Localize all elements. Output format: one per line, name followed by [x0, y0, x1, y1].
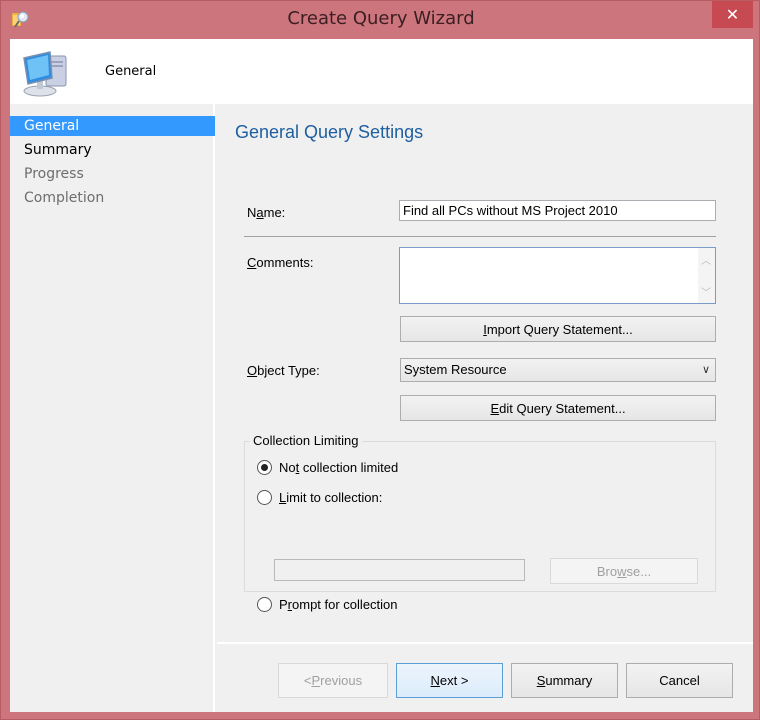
summary-button[interactable]: Summary — [511, 663, 618, 698]
comments-textarea[interactable]: ︿ ﹀ — [399, 247, 716, 304]
name-input[interactable]: Find all PCs without MS Project 2010 — [399, 200, 716, 221]
sidebar-item-progress: Progress — [10, 164, 215, 184]
sidebar-item-label: Progress — [24, 166, 84, 182]
sidebar-item-general[interactable]: General — [10, 116, 215, 136]
sidebar-item-summary[interactable]: Summary — [10, 140, 215, 160]
scroll-up-icon[interactable]: ︿ — [701, 252, 711, 267]
sidebar-item-completion: Completion — [10, 188, 215, 208]
computer-icon — [20, 48, 70, 98]
object-type-label: Object Type: — [247, 363, 320, 378]
chevron-down-icon: ∨ — [701, 364, 710, 376]
wizard-header: General — [10, 39, 753, 104]
close-button[interactable]: ✕ — [712, 1, 753, 28]
title-bar[interactable]: Create Query Wizard ✕ — [1, 1, 760, 39]
scroll-down-icon[interactable]: ﹀ — [701, 284, 711, 299]
separator — [244, 236, 716, 237]
close-icon: ✕ — [725, 6, 740, 24]
radio-button-checked[interactable] — [257, 460, 272, 475]
comments-label: Comments: — [247, 255, 314, 270]
radio-prompt-for-collection[interactable]: Prompt for collection — [257, 597, 398, 612]
name-label: Name: — [247, 205, 286, 220]
sidebar-item-label: Completion — [24, 190, 105, 206]
object-type-select[interactable]: System Resource ∨ — [400, 358, 716, 382]
radio-button[interactable] — [257, 597, 272, 612]
cancel-button[interactable]: Cancel — [626, 663, 733, 698]
next-button[interactable]: Next > — [396, 663, 503, 698]
radio-label: Not collection limited — [279, 460, 399, 475]
sidebar-item-label: General — [24, 118, 80, 134]
object-type-value: System Resource — [404, 362, 507, 377]
window-title: Create Query Wizard — [287, 8, 475, 29]
sidebar-item-label: Summary — [24, 142, 92, 158]
wizard-window: Create Query Wizard ✕ General General Su… — [0, 0, 760, 720]
radio-button[interactable] — [257, 490, 272, 505]
header-title: General — [105, 64, 157, 79]
radio-not-collection-limited[interactable]: Not collection limited — [257, 460, 398, 475]
page-title: General Query Settings — [235, 122, 424, 142]
wizard-page: General Query Settings Name: Find all PC… — [217, 104, 753, 642]
radio-label: Limit to collection: — [279, 490, 383, 505]
collection-input — [274, 559, 525, 581]
previous-button: < Previous — [278, 663, 388, 698]
radio-limit-to-collection[interactable]: Limit to collection: — [257, 490, 382, 505]
collection-limiting-title: Collection Limiting — [250, 433, 362, 448]
wizard-steps-sidebar: General Summary Progress Completion — [10, 104, 215, 712]
comments-scrollbar[interactable]: ︿ ﹀ — [698, 248, 715, 303]
wizard-client-area: General General Summary Progress Complet… — [10, 39, 753, 712]
footer-separator — [217, 642, 753, 644]
browse-button: Bro w se... — [550, 558, 698, 584]
edit-query-statement-button[interactable]: Edit Query Statement... — [400, 395, 716, 421]
import-query-statement-button[interactable]: Import Query Statement... — [400, 316, 716, 342]
radio-label: Prompt for collection — [279, 597, 398, 612]
